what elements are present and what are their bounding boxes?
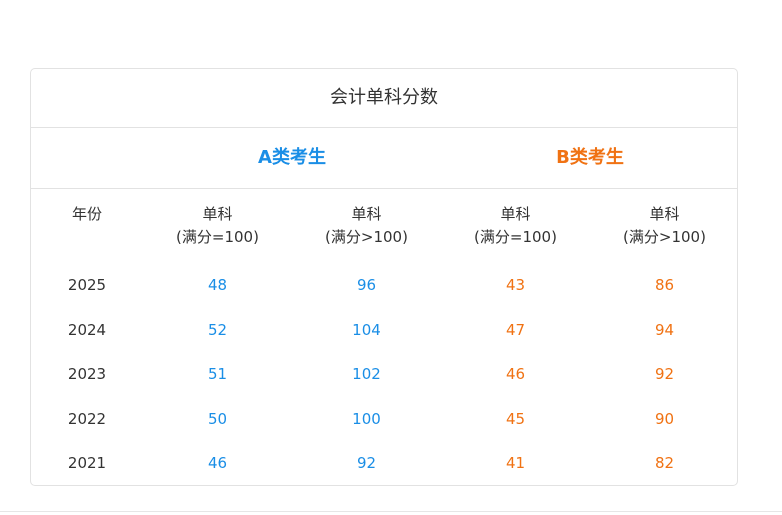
column-header-a-over-line1: 单科 <box>351 205 382 223</box>
year-cell: 2022 <box>67 409 107 428</box>
group-a-label: A类考生 <box>258 147 326 168</box>
a-over-score-cell: 96 <box>356 276 377 295</box>
a-full-score-cell: 51 <box>207 365 228 384</box>
column-header-a-over: 单科 (满分>100) <box>292 203 441 263</box>
table-row: 2022 50 100 45 90 <box>31 397 737 442</box>
a-over-score-cell: 102 <box>352 365 381 384</box>
column-header-a-full-line1: 单科 <box>202 205 233 223</box>
group-header-row: A类考生 B类考生 <box>31 128 737 189</box>
year-cell: 2024 <box>67 320 107 339</box>
column-header-year-label: 年份 <box>71 205 102 223</box>
column-header-a-full-line2: (满分=100) <box>176 228 259 246</box>
column-header-b-full-line1: 单科 <box>500 205 531 223</box>
page-bottom-divider <box>0 511 782 512</box>
page: 会计单科分数 A类考生 B类考生 年份 单科 (满分=100) 单科 (满分>1… <box>0 0 782 515</box>
table-row: 2021 46 92 41 82 <box>31 441 737 485</box>
a-over-score-cell: 92 <box>356 454 377 473</box>
b-over-score-cell: 82 <box>654 454 675 473</box>
column-header-a-over-line2: (满分>100) <box>325 228 408 246</box>
b-over-score-cell: 86 <box>654 276 675 295</box>
table-row: 2023 51 102 46 92 <box>31 352 737 397</box>
b-full-score-cell: 41 <box>505 454 526 473</box>
year-cell: 2023 <box>67 365 107 384</box>
year-cell: 2025 <box>67 276 107 295</box>
b-over-score-cell: 90 <box>654 409 675 428</box>
a-full-score-cell: 50 <box>207 409 228 428</box>
group-b-label: B类考生 <box>556 147 624 168</box>
b-full-score-cell: 46 <box>505 365 526 384</box>
column-header-year: 年份 <box>31 203 143 263</box>
column-header-row: 年份 单科 (满分=100) 单科 (满分>100) 单科 (满分=100) 单… <box>31 189 737 263</box>
a-over-score-cell: 100 <box>352 409 381 428</box>
score-table: 年份 单科 (满分=100) 单科 (满分>100) 单科 (满分=100) 单… <box>31 189 737 485</box>
a-over-score-cell: 104 <box>352 320 381 339</box>
b-full-score-cell: 43 <box>505 276 526 295</box>
column-header-b-over: 单科 (满分>100) <box>590 203 737 263</box>
b-full-score-cell: 47 <box>505 320 526 339</box>
column-header-a-full: 单科 (满分=100) <box>143 203 292 263</box>
column-header-b-full: 单科 (满分=100) <box>441 203 590 263</box>
b-over-score-cell: 94 <box>654 320 675 339</box>
column-header-b-over-line1: 单科 <box>649 205 680 223</box>
column-header-b-over-line2: (满分>100) <box>623 228 706 246</box>
a-full-score-cell: 46 <box>207 454 228 473</box>
score-table-card: 会计单科分数 A类考生 B类考生 年份 单科 (满分=100) 单科 (满分>1… <box>30 68 738 486</box>
a-full-score-cell: 48 <box>207 276 228 295</box>
a-full-score-cell: 52 <box>207 320 228 339</box>
card-title: 会计单科分数 <box>31 69 737 128</box>
table-row: 2024 52 104 47 94 <box>31 308 737 353</box>
b-full-score-cell: 45 <box>505 409 526 428</box>
year-cell: 2021 <box>67 454 107 473</box>
table-row: 2025 48 96 43 86 <box>31 263 737 308</box>
b-over-score-cell: 92 <box>654 365 675 384</box>
column-header-b-full-line2: (满分=100) <box>474 228 557 246</box>
